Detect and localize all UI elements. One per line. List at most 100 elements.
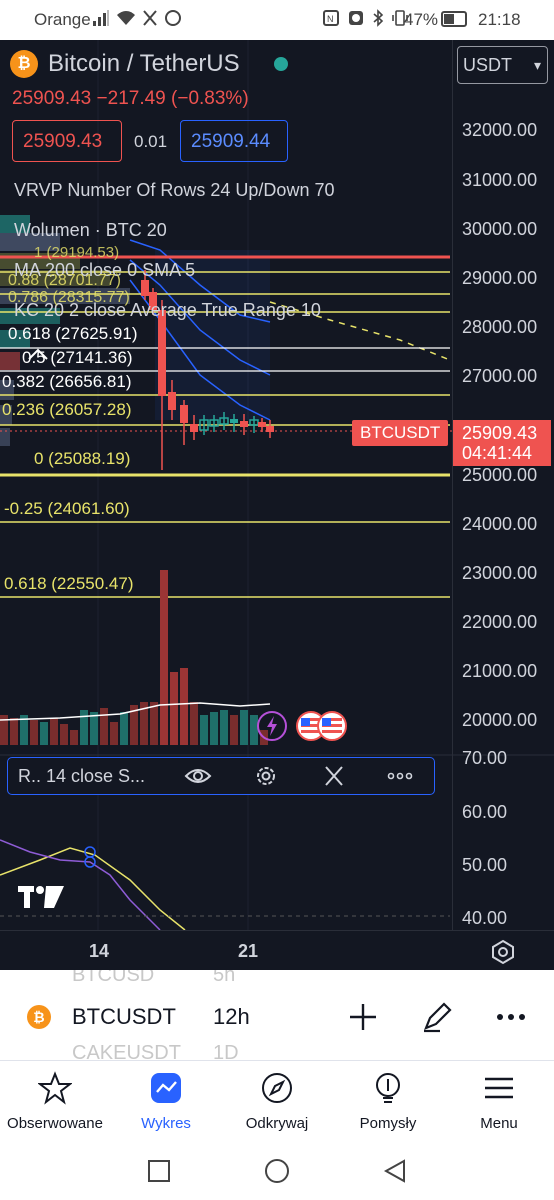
whatsapp-icon xyxy=(165,10,181,26)
nav-label: Menu xyxy=(480,1115,518,1132)
nav-ideas[interactable]: Pomysły xyxy=(333,1061,443,1149)
oscillator-name[interactable]: R.. 14 close S... xyxy=(18,766,145,787)
recent-apps-icon[interactable] xyxy=(146,1158,172,1184)
battery-icon xyxy=(441,11,467,27)
candle-countdown: 04:41:44 xyxy=(462,443,533,463)
chart-icon xyxy=(151,1073,181,1103)
alarm-icon xyxy=(349,11,363,25)
oscillator-axis-label: 70.00 xyxy=(462,748,508,768)
nav-chart[interactable]: Wykres xyxy=(111,1061,221,1149)
last-price: 25909.43 xyxy=(12,88,92,109)
current-price-tag: 25909.43 04:41:44 xyxy=(453,420,551,466)
price-change: −217.49 (−0.83%) xyxy=(96,88,249,109)
buy-button[interactable]: 25909.44 xyxy=(180,120,288,162)
time-axis-label: 21 xyxy=(238,941,259,961)
time-axis-label: 14 xyxy=(89,941,110,961)
back-icon[interactable] xyxy=(382,1158,408,1184)
price-axis-label: 25000.00 xyxy=(462,465,538,485)
fib-label: 0.786 (28315.77) xyxy=(8,289,130,306)
lightbulb-icon xyxy=(376,1073,400,1103)
more-options-icon[interactable] xyxy=(386,764,414,788)
price-axis-label: 27000.00 xyxy=(462,366,538,386)
oscillator-axis-label: 50.00 xyxy=(462,855,508,875)
symbol-title: Bitcoin / TetherUS xyxy=(48,50,240,77)
current-timeframe[interactable]: 12h xyxy=(213,1004,250,1030)
spread-value: 0.01 xyxy=(134,132,168,151)
price-axis-label: 30000.00 xyxy=(462,219,538,239)
nav-watchlist[interactable]: Obserwowane xyxy=(0,1061,110,1149)
sell-button[interactable]: 25909.43 xyxy=(12,120,122,162)
symbol-header[interactable]: ₿ Bitcoin / TetherUS xyxy=(10,50,288,78)
status-bar: Orange N 47% 21:18 xyxy=(0,0,554,40)
carrier-label: Orange xyxy=(34,10,91,29)
home-icon[interactable] xyxy=(264,1158,290,1184)
currency-value: USDT xyxy=(463,55,512,75)
chart-settings-icon[interactable] xyxy=(490,939,516,965)
chevron-up-icon[interactable] xyxy=(26,346,50,362)
price-axis-label: 23000.00 xyxy=(462,563,538,583)
price-axis-label: 28000.00 xyxy=(462,317,538,337)
fib-label: 0.382 (26656.81) xyxy=(2,372,132,391)
symbol-price-tag: BTCUSDT xyxy=(352,420,448,446)
close-icon[interactable] xyxy=(320,764,348,788)
price-axis-label: 22000.00 xyxy=(462,612,538,632)
hamburger-icon xyxy=(485,1077,513,1099)
system-navigation xyxy=(0,1148,554,1200)
fib-label: 0.236 (26057.28) xyxy=(2,400,132,419)
nav-label: Pomysły xyxy=(359,1115,417,1132)
price-axis-label: 24000.00 xyxy=(462,514,538,534)
bluetooth-icon xyxy=(373,9,384,27)
eye-icon[interactable] xyxy=(184,764,212,788)
battery-percent: 47% xyxy=(404,10,439,29)
fib-label: 1 (29194.53) xyxy=(34,244,120,261)
us-flag-event-icon[interactable] xyxy=(316,710,350,742)
current-symbol[interactable]: BTCUSDT xyxy=(72,1004,176,1030)
clock: 21:18 xyxy=(478,10,521,29)
time-axis[interactable]: 14 21 xyxy=(0,930,554,970)
lightning-event-icon[interactable] xyxy=(256,710,288,742)
current-price: 25909.43 xyxy=(462,423,538,443)
oscillator-axis-label: 60.00 xyxy=(462,802,508,822)
nav-label: Obserwowane xyxy=(7,1115,103,1132)
nav-menu[interactable]: Menu xyxy=(444,1061,554,1149)
volume-legend[interactable]: Wolumen · BTC 20 xyxy=(14,220,167,241)
nfc-icon: N xyxy=(323,10,339,26)
fib-label: 0.88 (28701.77) xyxy=(8,272,121,289)
price-axis-label: 21000.00 xyxy=(462,661,538,681)
price-axis-label: 20000.00 xyxy=(462,710,538,730)
gear-icon[interactable] xyxy=(252,764,280,788)
oscillator-axis-label: 40.00 xyxy=(462,908,508,928)
tradingview-logo-icon xyxy=(18,886,64,908)
vrvp-legend[interactable]: VRVP Number Of Rows 24 Up/Down 70 xyxy=(14,180,334,201)
fib-label: 0 (25088.19) xyxy=(34,449,131,468)
fib-label: -0.25 (24061.60) xyxy=(4,499,130,518)
nav-label: Wykres xyxy=(141,1115,191,1132)
nav-explore[interactable]: Odkrywaj xyxy=(222,1061,332,1149)
symbol-switcher[interactable]: BTCUSD 5h ₿ BTCUSDT 12h CAKEUSDT 1D xyxy=(0,970,554,1060)
more-options-icon[interactable] xyxy=(494,1000,528,1034)
wifi-icon xyxy=(117,11,135,25)
fib-label: 0.618 (27625.91) xyxy=(8,324,138,343)
nav-label: Odkrywaj xyxy=(245,1115,309,1132)
ghost-symbol-above: BTCUSD xyxy=(72,970,155,986)
star-icon xyxy=(38,1071,72,1105)
add-indicator-icon[interactable] xyxy=(346,1000,380,1034)
compass-icon xyxy=(262,1073,292,1103)
ghost-timeframe-below: 1D xyxy=(213,1042,239,1060)
market-open-indicator xyxy=(273,57,288,71)
signal-icon xyxy=(93,10,109,26)
price-axis-label: 29000.00 xyxy=(462,268,538,288)
bottom-navigation: Obserwowane Wykres Odkrywaj Pomysły Menu xyxy=(0,1060,554,1148)
price-axis-label: 32000.00 xyxy=(462,120,538,140)
bitcoin-coin-icon: ₿ xyxy=(27,1005,51,1029)
oscillator-legend-bar[interactable]: R.. 14 close S... xyxy=(7,757,435,795)
ghost-timeframe-above: 5h xyxy=(213,970,236,986)
ghost-symbol-below: CAKEUSDT xyxy=(72,1042,181,1060)
price-axis-label: 31000.00 xyxy=(462,170,538,190)
drawing-tool-icon[interactable] xyxy=(420,1000,454,1034)
svg-text:N: N xyxy=(327,14,334,24)
price-change-line: 25909.43 −217.49 (−0.83%) xyxy=(12,88,249,110)
x-app-icon xyxy=(143,10,157,26)
chart-canvas[interactable]: ₿ Bitcoin / TetherUS USDT ▾ 25909.43 −21… xyxy=(0,40,554,970)
currency-select[interactable]: USDT ▾ xyxy=(457,46,548,84)
